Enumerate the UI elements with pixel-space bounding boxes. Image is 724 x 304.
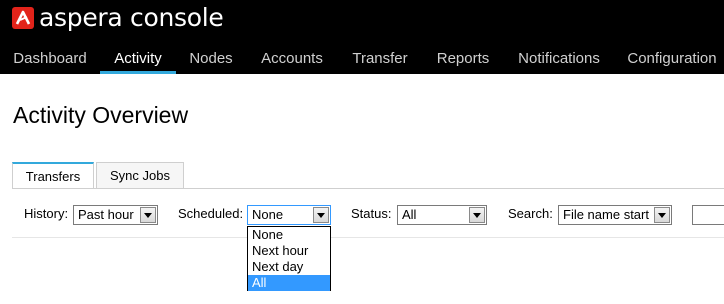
aspera-logo-icon xyxy=(12,7,34,29)
nav-item-transfer[interactable]: Transfer xyxy=(338,42,422,74)
brand-name: aspera console xyxy=(39,3,224,32)
scheduled-option-next-day[interactable]: Next day xyxy=(248,259,330,275)
main-nav: Dashboard Activity Nodes Accounts Transf… xyxy=(0,42,724,74)
scheduled-option-all[interactable]: All xyxy=(248,275,330,291)
search-field-select-value: File name start xyxy=(563,207,649,222)
search-field-select[interactable]: File name start xyxy=(558,205,672,225)
nav-item-dashboard[interactable]: Dashboard xyxy=(0,42,100,74)
scheduled-option-none[interactable]: None xyxy=(248,227,330,243)
history-select-value: Past hour xyxy=(78,207,134,222)
scheduled-dropdown-list: None Next hour Next day All xyxy=(247,226,331,291)
search-label: Search: xyxy=(508,206,553,221)
tab-transfers[interactable]: Transfers xyxy=(12,162,94,189)
chevron-down-icon[interactable] xyxy=(140,207,156,223)
chevron-down-icon[interactable] xyxy=(469,207,485,223)
nav-item-nodes[interactable]: Nodes xyxy=(176,42,246,74)
page-title: Activity Overview xyxy=(13,102,189,128)
scheduled-label: Scheduled: xyxy=(178,206,244,221)
activity-tabs: Transfers Sync Jobs xyxy=(12,162,184,189)
scheduled-option-next-hour[interactable]: Next hour xyxy=(248,243,330,259)
status-select-value: All xyxy=(402,207,417,222)
tabs-divider xyxy=(12,188,724,189)
history-select[interactable]: Past hour xyxy=(73,205,158,225)
chevron-down-icon[interactable] xyxy=(313,207,329,223)
nav-item-configuration[interactable]: Configuration xyxy=(614,42,724,74)
top-header: aspera console Dashboard Activity Nodes … xyxy=(0,0,724,74)
nav-item-reports[interactable]: Reports xyxy=(422,42,504,74)
chevron-down-icon[interactable] xyxy=(654,207,670,223)
scheduled-select[interactable]: None xyxy=(247,205,331,225)
status-label: Status: xyxy=(351,206,392,221)
scheduled-select-value: None xyxy=(252,207,284,222)
status-select[interactable]: All xyxy=(397,205,487,225)
brand-logo[interactable]: aspera console xyxy=(12,3,224,32)
history-label: History: xyxy=(24,206,69,221)
filter-divider xyxy=(12,237,724,238)
nav-item-notifications[interactable]: Notifications xyxy=(504,42,614,74)
nav-item-activity[interactable]: Activity xyxy=(100,42,176,74)
nav-item-accounts[interactable]: Accounts xyxy=(246,42,338,74)
search-input[interactable] xyxy=(692,205,724,225)
tab-sync-jobs[interactable]: Sync Jobs xyxy=(96,162,184,189)
